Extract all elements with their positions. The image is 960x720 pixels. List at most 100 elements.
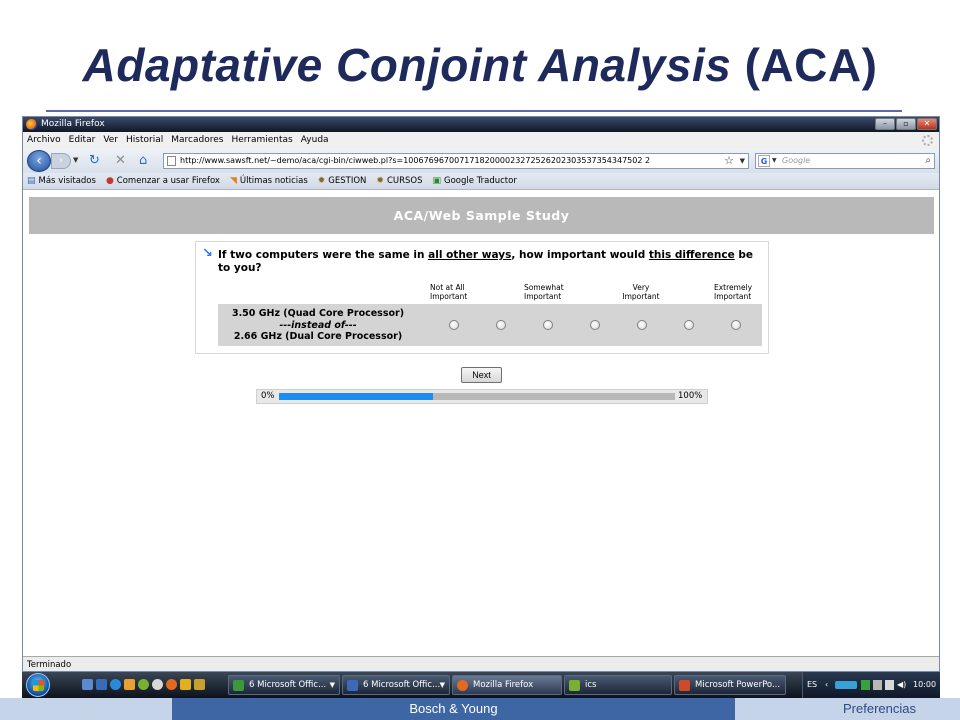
office-icon bbox=[233, 680, 244, 691]
slide-title-abbrev: (ACA) bbox=[731, 39, 878, 91]
scale-label-line: Extremely bbox=[714, 283, 753, 292]
scale-label-very: Very Important bbox=[621, 283, 661, 301]
system-tray: ES ‹ ◀) 10:00 bbox=[802, 672, 940, 698]
next-button[interactable]: Next bbox=[461, 367, 502, 383]
menu-editar[interactable]: Editar bbox=[69, 132, 96, 149]
instead-of-separator: ---instead of--- bbox=[279, 319, 357, 331]
importance-radio-7[interactable] bbox=[731, 320, 741, 330]
maximize-button[interactable]: ▫ bbox=[896, 118, 916, 130]
scale-label-line: Not at All bbox=[430, 283, 465, 292]
task-label: ics bbox=[585, 680, 597, 690]
tray-expand-icon[interactable]: ‹ bbox=[825, 672, 828, 698]
browser-window: Mozilla Firefox – ▫ ✕ Archivo Editar Ver… bbox=[22, 116, 940, 672]
folder-icon bbox=[569, 680, 580, 691]
firefox-bookmark-icon: ● bbox=[105, 175, 114, 186]
bookmark-mas-visitados[interactable]: ▤ Más visitados bbox=[27, 173, 96, 189]
switch-windows-icon[interactable] bbox=[96, 679, 107, 690]
progress-end-label: 100% bbox=[678, 391, 703, 401]
google-engine-icon[interactable]: G bbox=[758, 155, 770, 167]
task-office-1[interactable]: 6 Microsoft Offic... ▼ bbox=[228, 675, 340, 695]
network-icon[interactable] bbox=[885, 680, 894, 690]
bookmark-label: CURSOS bbox=[386, 175, 423, 186]
bookmark-comenzar[interactable]: ● Comenzar a usar Firefox bbox=[106, 173, 220, 189]
scale-label-line: Important bbox=[524, 292, 562, 301]
language-indicator[interactable]: ES bbox=[807, 672, 817, 698]
start-button[interactable] bbox=[26, 673, 50, 697]
minimize-button[interactable]: – bbox=[875, 118, 895, 130]
task-label: Microsoft PowerPo... bbox=[695, 680, 781, 690]
progress-bar: 0% 100% bbox=[256, 389, 708, 404]
footer-left-band bbox=[0, 698, 172, 720]
show-desktop-icon[interactable] bbox=[82, 679, 93, 690]
bookmark-star-icon[interactable]: ☆ bbox=[724, 154, 734, 168]
task-ics[interactable]: ics bbox=[564, 675, 672, 695]
search-placeholder: Google bbox=[782, 156, 811, 165]
importance-radio-3[interactable] bbox=[543, 320, 553, 330]
footer-author: Bosch & Young bbox=[172, 698, 735, 720]
search-bar[interactable]: G ▼ Google ⌕ bbox=[755, 153, 935, 169]
messenger-icon[interactable] bbox=[124, 679, 135, 690]
stop-icon[interactable]: ✕ bbox=[115, 153, 126, 169]
app-icon[interactable] bbox=[194, 679, 205, 690]
importance-radio-1[interactable] bbox=[449, 320, 459, 330]
gear-icon: ✹ bbox=[376, 175, 384, 186]
app-icon[interactable] bbox=[180, 679, 191, 690]
search-icon[interactable]: ⌕ bbox=[925, 154, 931, 168]
history-dropdown-icon[interactable]: ▼ bbox=[73, 156, 78, 164]
scale-label-line: Somewhat bbox=[524, 283, 564, 292]
slide-title: Adaptative Conjoint Analysis (ACA) bbox=[0, 38, 960, 92]
importance-radio-5[interactable] bbox=[637, 320, 647, 330]
menu-bar: Archivo Editar Ver Historial Marcadores … bbox=[23, 132, 939, 149]
tray-app-icon[interactable] bbox=[873, 680, 882, 690]
bookmark-cursos[interactable]: ✹ CURSOS bbox=[376, 173, 422, 189]
menu-herramientas[interactable]: Herramientas bbox=[231, 132, 292, 149]
window-title: Mozilla Firefox bbox=[41, 119, 105, 129]
scale-label-somewhat: Somewhat Important bbox=[524, 283, 584, 301]
importance-radio-4[interactable] bbox=[590, 320, 600, 330]
engine-dropdown-icon[interactable]: ▼ bbox=[772, 154, 777, 168]
task-office-2[interactable]: 6 Microsoft Offic... ▼ bbox=[342, 675, 450, 695]
bookmark-google-traductor[interactable]: ▣ Google Traductor bbox=[433, 173, 517, 189]
question-part: If two computers were the same in bbox=[218, 249, 429, 261]
footer-section: Preferencias bbox=[735, 698, 960, 720]
bookmarks-toolbar: ▤ Más visitados ● Comenzar a usar Firefox … bbox=[23, 173, 939, 190]
title-divider bbox=[46, 110, 902, 112]
importance-radio-2[interactable] bbox=[496, 320, 506, 330]
url-dropdown-icon[interactable]: ▼ bbox=[740, 154, 745, 168]
forward-button[interactable]: › bbox=[51, 153, 71, 169]
task-label: 6 Microsoft Offic... bbox=[363, 680, 441, 690]
firefox-quicklaunch-icon[interactable] bbox=[166, 679, 177, 690]
importance-radio-6[interactable] bbox=[684, 320, 694, 330]
task-powerpoint[interactable]: Microsoft PowerPo... bbox=[674, 675, 786, 695]
task-firefox[interactable]: Mozilla Firefox bbox=[452, 675, 562, 695]
task-dropdown-icon: ▼ bbox=[439, 681, 445, 689]
scale-label-not-at-all: Not at All Important bbox=[430, 283, 490, 301]
menu-historial[interactable]: Historial bbox=[126, 132, 163, 149]
media-icon[interactable] bbox=[152, 679, 163, 690]
window-controls: – ▫ ✕ bbox=[875, 118, 937, 130]
app-icon[interactable] bbox=[138, 679, 149, 690]
tray-app-icon[interactable] bbox=[861, 680, 870, 690]
bookmark-folder-icon: ▤ bbox=[27, 175, 36, 186]
question-emphasis: all other ways bbox=[428, 249, 512, 261]
question-text: If two computers were the same in all ot… bbox=[218, 249, 758, 275]
clock[interactable]: 10:00 bbox=[913, 672, 936, 698]
address-bar[interactable]: http://www.sawsft.net/~demo/aca/cgi-bin/… bbox=[163, 153, 749, 169]
bookmark-gestion[interactable]: ✹ GESTION bbox=[318, 173, 367, 189]
internet-explorer-icon[interactable] bbox=[110, 679, 121, 690]
bookmark-ultimas-noticias[interactable]: ◥ Últimas noticias bbox=[230, 173, 308, 189]
menu-ayuda[interactable]: Ayuda bbox=[301, 132, 329, 149]
url-text: http://www.sawsft.net/~demo/aca/cgi-bin/… bbox=[180, 156, 651, 165]
menu-archivo[interactable]: Archivo bbox=[27, 132, 61, 149]
menu-ver[interactable]: Ver bbox=[103, 132, 118, 149]
network-activity-icon[interactable] bbox=[835, 681, 857, 689]
back-button[interactable]: ‹ bbox=[27, 150, 51, 172]
volume-icon[interactable]: ◀) bbox=[897, 672, 906, 698]
menu-marcadores[interactable]: Marcadores bbox=[171, 132, 223, 149]
close-button[interactable]: ✕ bbox=[917, 118, 937, 130]
task-label: 6 Microsoft Offic... bbox=[249, 680, 327, 690]
home-icon[interactable]: ⌂ bbox=[139, 153, 147, 169]
bookmark-label: Comenzar a usar Firefox bbox=[116, 175, 220, 186]
progress-start-label: 0% bbox=[261, 391, 275, 401]
reload-icon[interactable]: ↻ bbox=[89, 153, 100, 169]
